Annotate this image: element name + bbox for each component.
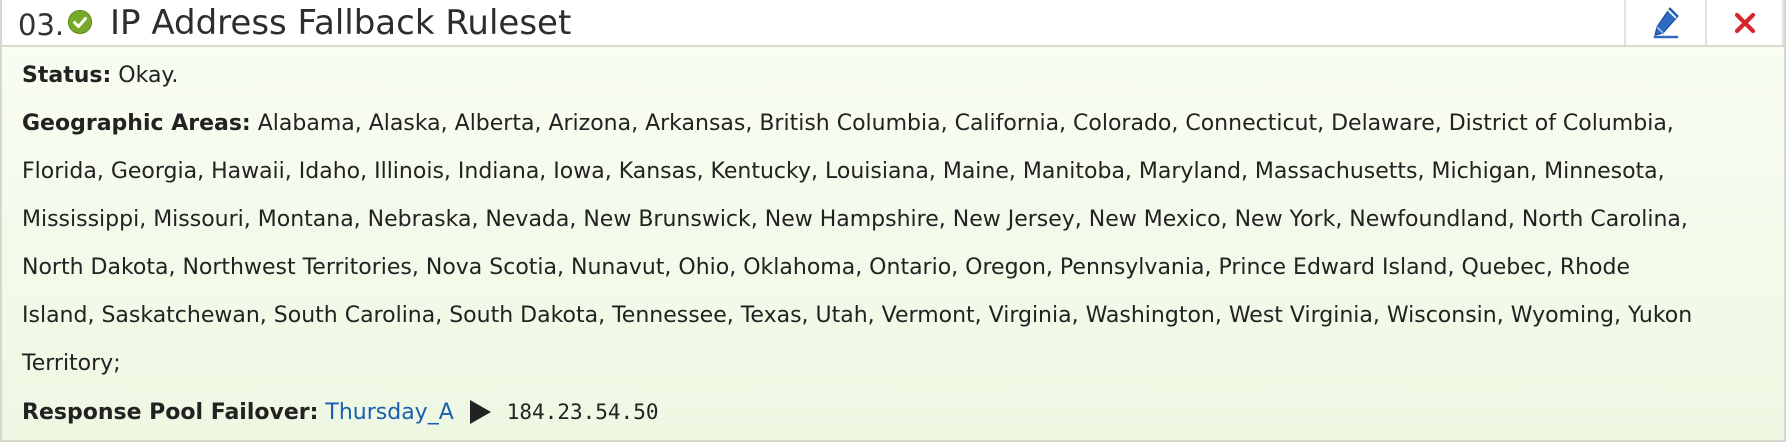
ruleset-panel: 03. IP Address Fallback Ruleset Status: …: [0, 0, 1786, 442]
edit-button[interactable]: [1624, 0, 1705, 45]
geographic-areas-row: Geographic Areas: Alabama, Alaska, Alber…: [22, 100, 1702, 388]
check-mark-glyph: [73, 17, 87, 28]
geographic-areas-label: Geographic Areas:: [22, 111, 251, 136]
pencil-icon: [1653, 6, 1679, 38]
ruleset-header: 03. IP Address Fallback Ruleset: [2, 0, 1784, 47]
status-row: Status: Okay.: [22, 52, 1762, 100]
response-pool-link[interactable]: Thursday_A: [325, 400, 453, 425]
rule-title: IP Address Fallback Ruleset: [110, 3, 572, 43]
delete-button[interactable]: [1705, 0, 1784, 45]
play-icon: [469, 400, 491, 424]
rule-number: 03.: [18, 8, 65, 42]
pool-ip-address: 184.23.54.50: [506, 400, 659, 424]
response-pool-row: Response Pool Failover: Thursday_A 184.23…: [22, 388, 1762, 437]
geographic-areas-value: Alabama, Alaska, Alberta, Arizona, Arkan…: [22, 111, 1693, 376]
response-pool-label: Response Pool Failover:: [22, 400, 319, 425]
check-circle-icon: [68, 10, 92, 34]
status-label: Status:: [22, 63, 112, 88]
ruleset-details: Status: Okay. Geographic Areas: Alabama,…: [22, 52, 1762, 437]
status-value: Okay.: [118, 63, 179, 88]
close-icon: [1734, 12, 1755, 33]
